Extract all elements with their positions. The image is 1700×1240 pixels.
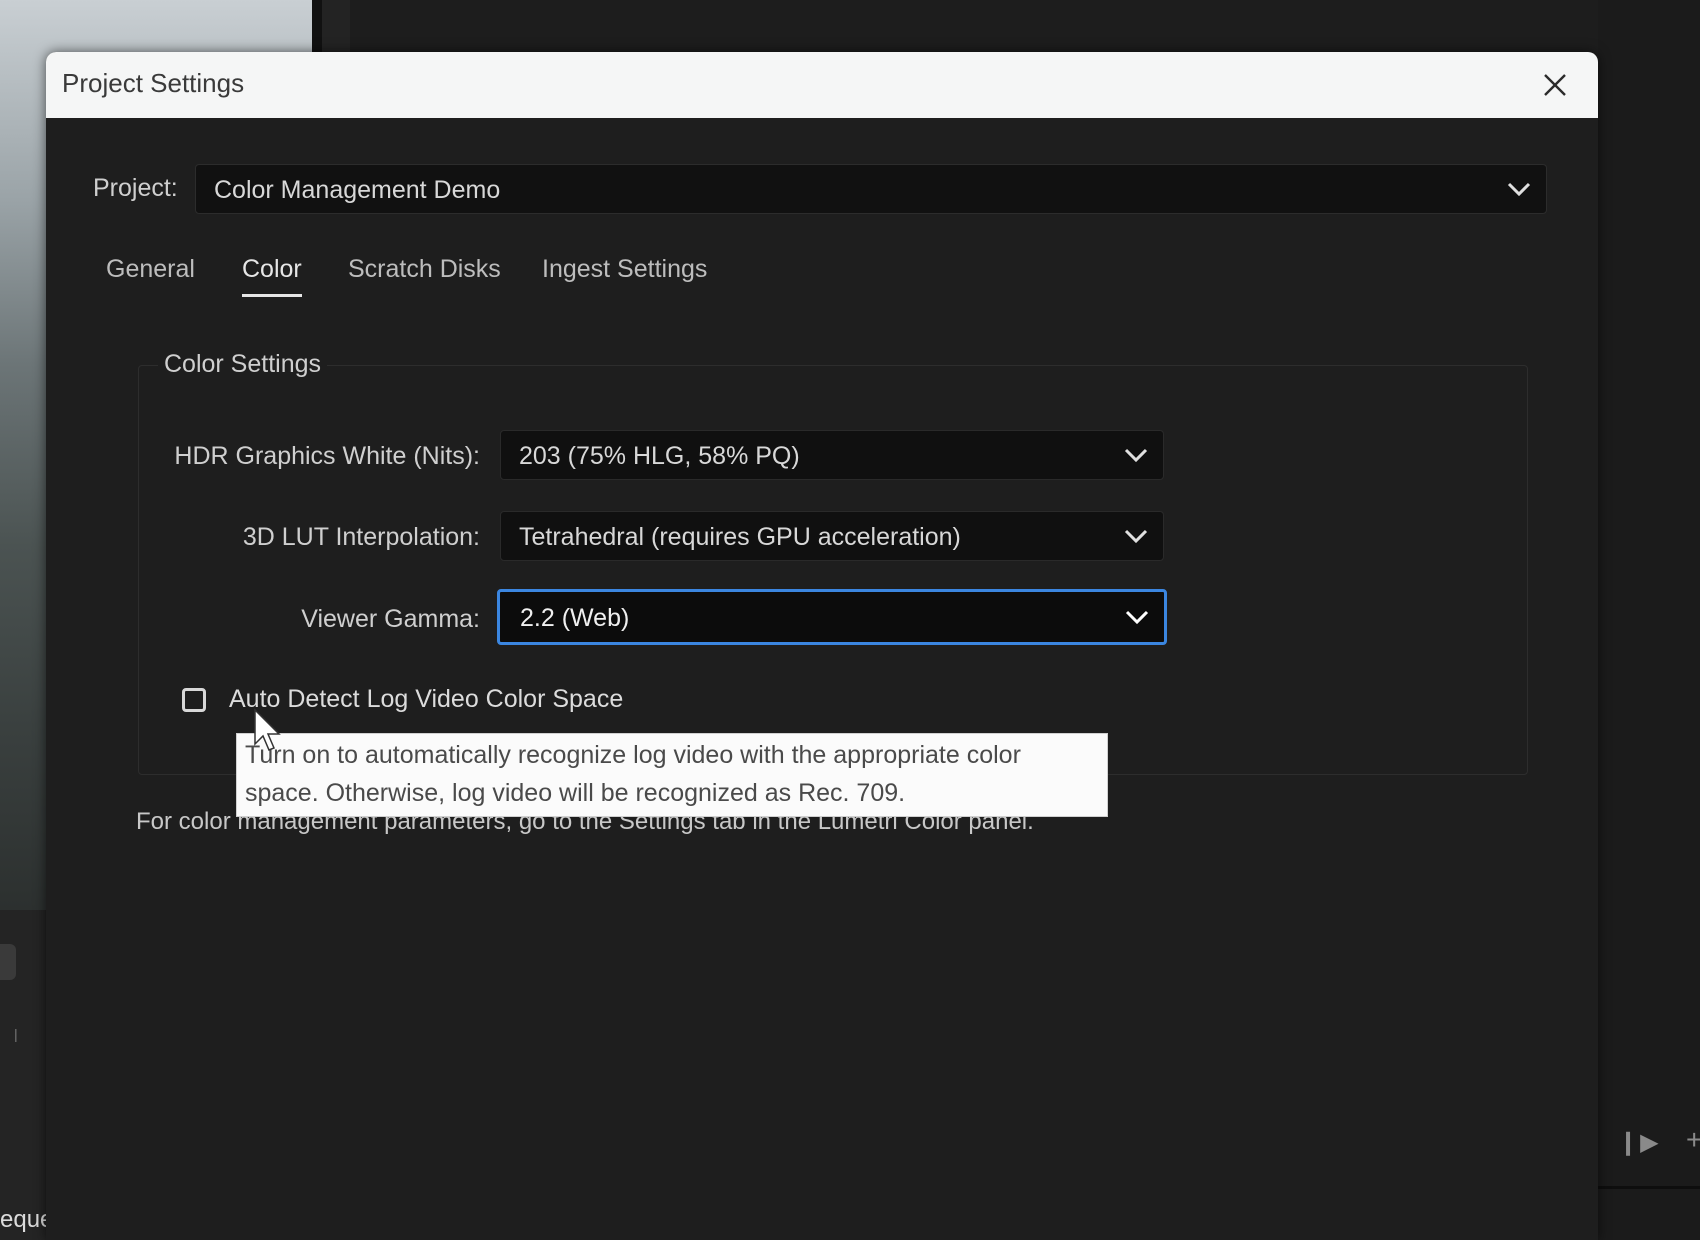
active-tab-indicator	[242, 294, 302, 297]
lut-interpolation-label: 3D LUT Interpolation:	[242, 523, 480, 551]
background-right-panel	[1598, 0, 1700, 1240]
dialog-titlebar: Project Settings	[46, 52, 1598, 118]
auto-detect-log-label[interactable]: Auto Detect Log Video Color Space	[229, 685, 623, 714]
tab-general[interactable]: General	[106, 255, 195, 284]
chevron-down-icon	[1507, 182, 1531, 197]
chevron-down-icon	[1125, 610, 1149, 625]
background-panel	[350, 0, 1700, 60]
hdr-graphics-white-value: 203 (75% HLG, 58% PQ)	[519, 442, 800, 470]
hdr-graphics-white-label: HDR Graphics White (Nits):	[174, 442, 480, 470]
close-button[interactable]	[1534, 64, 1576, 106]
viewer-gamma-value: 2.2 (Web)	[520, 604, 630, 632]
close-icon	[1544, 74, 1566, 96]
mouse-cursor-icon	[254, 708, 281, 751]
tab-ingest-settings[interactable]: Ingest Settings	[542, 255, 707, 284]
color-settings-title: Color Settings	[158, 350, 328, 379]
auto-detect-tooltip: Turn on to automatically recognize log v…	[236, 733, 1108, 817]
tab-scratch-disks[interactable]: Scratch Disks	[348, 255, 501, 284]
project-settings-dialog: Project Settings Project: Color Manageme…	[46, 52, 1598, 1240]
lut-interpolation-value: Tetrahedral (requires GPU acceleration)	[519, 523, 961, 551]
project-label: Project:	[93, 174, 178, 202]
chevron-down-icon	[1124, 448, 1148, 463]
project-select[interactable]: Color Management Demo	[195, 164, 1547, 214]
viewer-gamma-select[interactable]: 2.2 (Web)	[497, 589, 1167, 645]
background-divider	[1598, 1186, 1700, 1189]
tab-color[interactable]: Color	[242, 255, 302, 284]
step-forward-icon[interactable]: ❙▶	[1618, 1128, 1661, 1157]
viewer-gamma-label: Viewer Gamma:	[301, 605, 480, 633]
background-scroll-handle[interactable]	[0, 944, 16, 980]
auto-detect-log-checkbox[interactable]	[182, 688, 206, 712]
chevron-down-icon	[1124, 529, 1148, 544]
add-icon[interactable]: +	[1686, 1124, 1700, 1156]
lut-interpolation-select[interactable]: Tetrahedral (requires GPU acceleration)	[500, 511, 1164, 561]
hdr-graphics-white-select[interactable]: 203 (75% HLG, 58% PQ)	[500, 430, 1164, 480]
dialog-title: Project Settings	[62, 68, 245, 98]
project-select-value: Color Management Demo	[214, 176, 501, 204]
